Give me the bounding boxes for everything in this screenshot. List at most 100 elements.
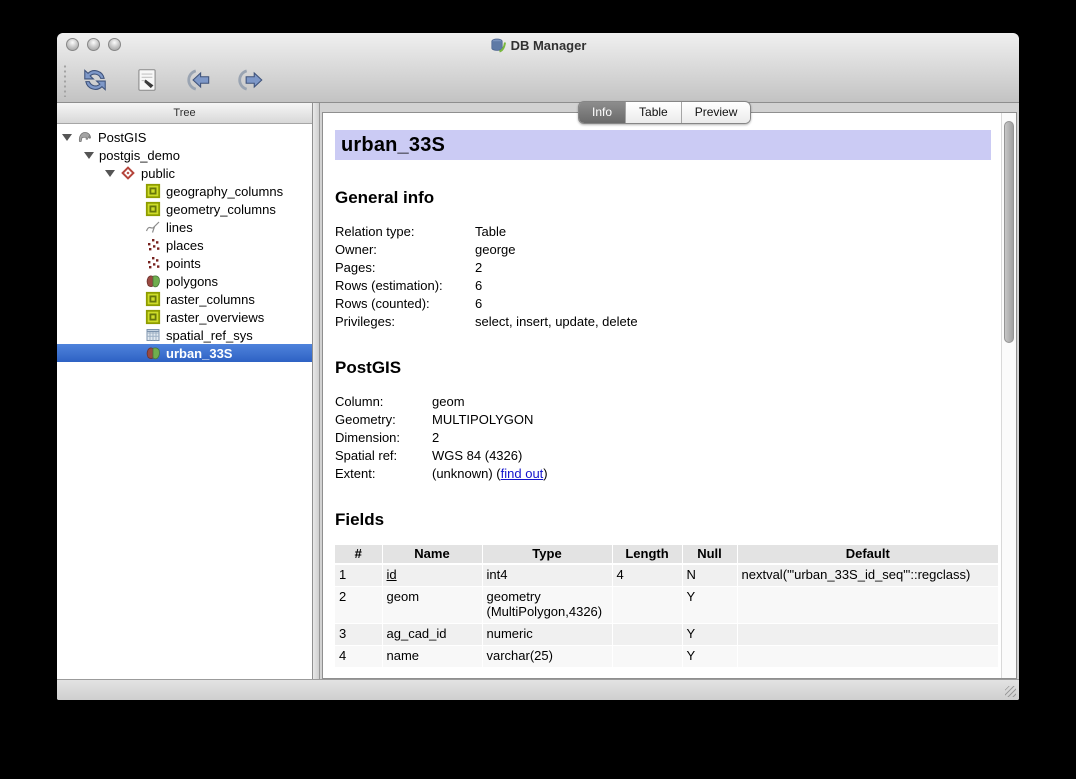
fields-table-row: 2geomgeometry (MultiPolygon,4326)Y xyxy=(335,587,999,624)
tree-item-PostGIS[interactable]: PostGIS xyxy=(57,128,312,146)
minimize-button[interactable] xyxy=(87,38,100,51)
tree-panel-header: Tree xyxy=(57,103,312,124)
tab-table[interactable]: Table xyxy=(626,102,682,123)
tree-item-label: public xyxy=(141,166,175,181)
info-value: WGS 84 (4326) xyxy=(432,447,522,465)
general-info-rows: Relation type:TableOwner:georgePages:2Ro… xyxy=(335,223,991,331)
fields-column-header: Null xyxy=(682,545,737,564)
info-value: (unknown) (find out) xyxy=(432,465,548,483)
field-name-cell: name xyxy=(382,646,482,668)
fields-table: #NameTypeLengthNullDefault 1idint44Nnext… xyxy=(335,545,999,668)
line-layer-icon xyxy=(145,219,161,235)
field-null-cell: Y xyxy=(682,624,737,646)
title-bar[interactable]: DB Manager xyxy=(57,33,1019,57)
db-manager-window: DB Manager Tree PostGIS postgis_demopubli… xyxy=(57,33,1019,700)
polygon-layer-icon xyxy=(145,273,161,289)
metadata-table-icon xyxy=(145,291,161,307)
fields-table-row: 4namevarchar(25)Y xyxy=(335,646,999,668)
info-label: Rows (estimation): xyxy=(335,277,475,295)
toolbar xyxy=(57,57,1019,102)
tree-item-urban_33S[interactable]: urban_33S xyxy=(57,344,312,362)
postgis-row: Extent:(unknown) (find out) xyxy=(335,465,991,483)
fields-column-header: Length xyxy=(612,545,682,564)
metadata-table-icon xyxy=(145,309,161,325)
info-value: 6 xyxy=(475,277,482,295)
info-value: 2 xyxy=(432,429,439,447)
sql-window-icon xyxy=(133,66,161,94)
tree-item-points[interactable]: points xyxy=(57,254,312,272)
tab-preview[interactable]: Preview xyxy=(682,102,751,123)
scrollbar-thumb[interactable] xyxy=(1004,121,1014,343)
field-num-cell: 1 xyxy=(335,564,382,587)
tab-control: InfoTablePreview xyxy=(578,101,751,124)
field-length-cell xyxy=(612,646,682,668)
field-name-cell: ag_cad_id xyxy=(382,624,482,646)
info-label: Relation type: xyxy=(335,223,475,241)
field-null-cell: Y xyxy=(682,587,737,624)
general-row: Pages:2 xyxy=(335,259,991,277)
tree-item-label: urban_33S xyxy=(166,346,232,361)
info-label: Privileges: xyxy=(335,313,475,331)
tree-item-label: raster_columns xyxy=(166,292,255,307)
info-label: Column: xyxy=(335,393,432,411)
tree-item-label: spatial_ref_sys xyxy=(166,328,253,343)
field-type-cell: numeric xyxy=(482,624,612,646)
import-layer-button[interactable] xyxy=(182,63,216,97)
info-label: Dimension: xyxy=(335,429,432,447)
table-title: urban_33S xyxy=(335,134,445,157)
db-tree: PostGIS postgis_demopublicgeography_colum… xyxy=(57,124,312,679)
tree-item-geography_columns[interactable]: geography_columns xyxy=(57,182,312,200)
toolbar-gripper[interactable] xyxy=(62,63,68,97)
field-num-cell: 3 xyxy=(335,624,382,646)
content-frame: urban_33S General info Relation type:Tab… xyxy=(322,112,1017,679)
tree-item-label: PostGIS xyxy=(98,130,146,145)
disclosure-triangle-icon[interactable] xyxy=(105,170,115,177)
info-label: Spatial ref: xyxy=(335,447,432,465)
disclosure-triangle-icon[interactable] xyxy=(84,152,94,159)
tree-item-raster_overviews[interactable]: raster_overviews xyxy=(57,308,312,326)
tree-item-polygons[interactable]: polygons xyxy=(57,272,312,290)
general-info-heading: General info xyxy=(335,188,991,208)
info-panel: InfoTablePreview urban_33S General info … xyxy=(320,103,1019,679)
tab-info[interactable]: Info xyxy=(579,102,626,123)
general-row: Owner:george xyxy=(335,241,991,259)
info-value: select, insert, update, delete xyxy=(475,313,638,331)
refresh-icon xyxy=(81,66,109,94)
sql-window-button[interactable] xyxy=(130,63,164,97)
fields-column-header: Type xyxy=(482,545,612,564)
postgis-icon xyxy=(77,129,93,145)
field-name-cell: id xyxy=(382,564,482,587)
tree-item-lines[interactable]: lines xyxy=(57,218,312,236)
table-icon xyxy=(145,327,161,343)
field-length-cell: 4 xyxy=(612,564,682,587)
tree-item-label: places xyxy=(166,238,204,253)
tree-item-public[interactable]: public xyxy=(57,164,312,182)
schema-icon xyxy=(120,165,136,181)
find-out-link[interactable]: find out xyxy=(501,466,544,481)
fields-column-header: Default xyxy=(737,545,999,564)
refresh-button[interactable] xyxy=(78,63,112,97)
tree-item-raster_columns[interactable]: raster_columns xyxy=(57,290,312,308)
import-layer-icon xyxy=(185,66,213,94)
main-split: Tree PostGIS postgis_demopublicgeography_… xyxy=(57,103,1019,679)
export-file-button[interactable] xyxy=(234,63,268,97)
field-default-cell xyxy=(737,624,999,646)
disclosure-triangle-icon[interactable] xyxy=(62,134,72,141)
field-length-cell xyxy=(612,624,682,646)
postgis-row: Geometry:MULTIPOLYGON xyxy=(335,411,991,429)
window-chrome: DB Manager xyxy=(57,33,1019,103)
vertical-scrollbar[interactable] xyxy=(1001,113,1016,678)
export-file-icon xyxy=(237,66,265,94)
zoom-button[interactable] xyxy=(108,38,121,51)
tree-item-postgis_demo[interactable]: postgis_demo xyxy=(57,146,312,164)
resize-grip-icon[interactable] xyxy=(1005,686,1016,697)
tree-item-places[interactable]: places xyxy=(57,236,312,254)
polygon-layer-icon xyxy=(145,345,161,361)
tree-item-label: postgis_demo xyxy=(99,148,180,163)
tree-item-geometry_columns[interactable]: geometry_columns xyxy=(57,200,312,218)
field-default-cell xyxy=(737,587,999,624)
panel-splitter[interactable] xyxy=(313,103,320,679)
close-button[interactable] xyxy=(66,38,79,51)
field-null-cell: N xyxy=(682,564,737,587)
tree-item-spatial_ref_sys[interactable]: spatial_ref_sys xyxy=(57,326,312,344)
